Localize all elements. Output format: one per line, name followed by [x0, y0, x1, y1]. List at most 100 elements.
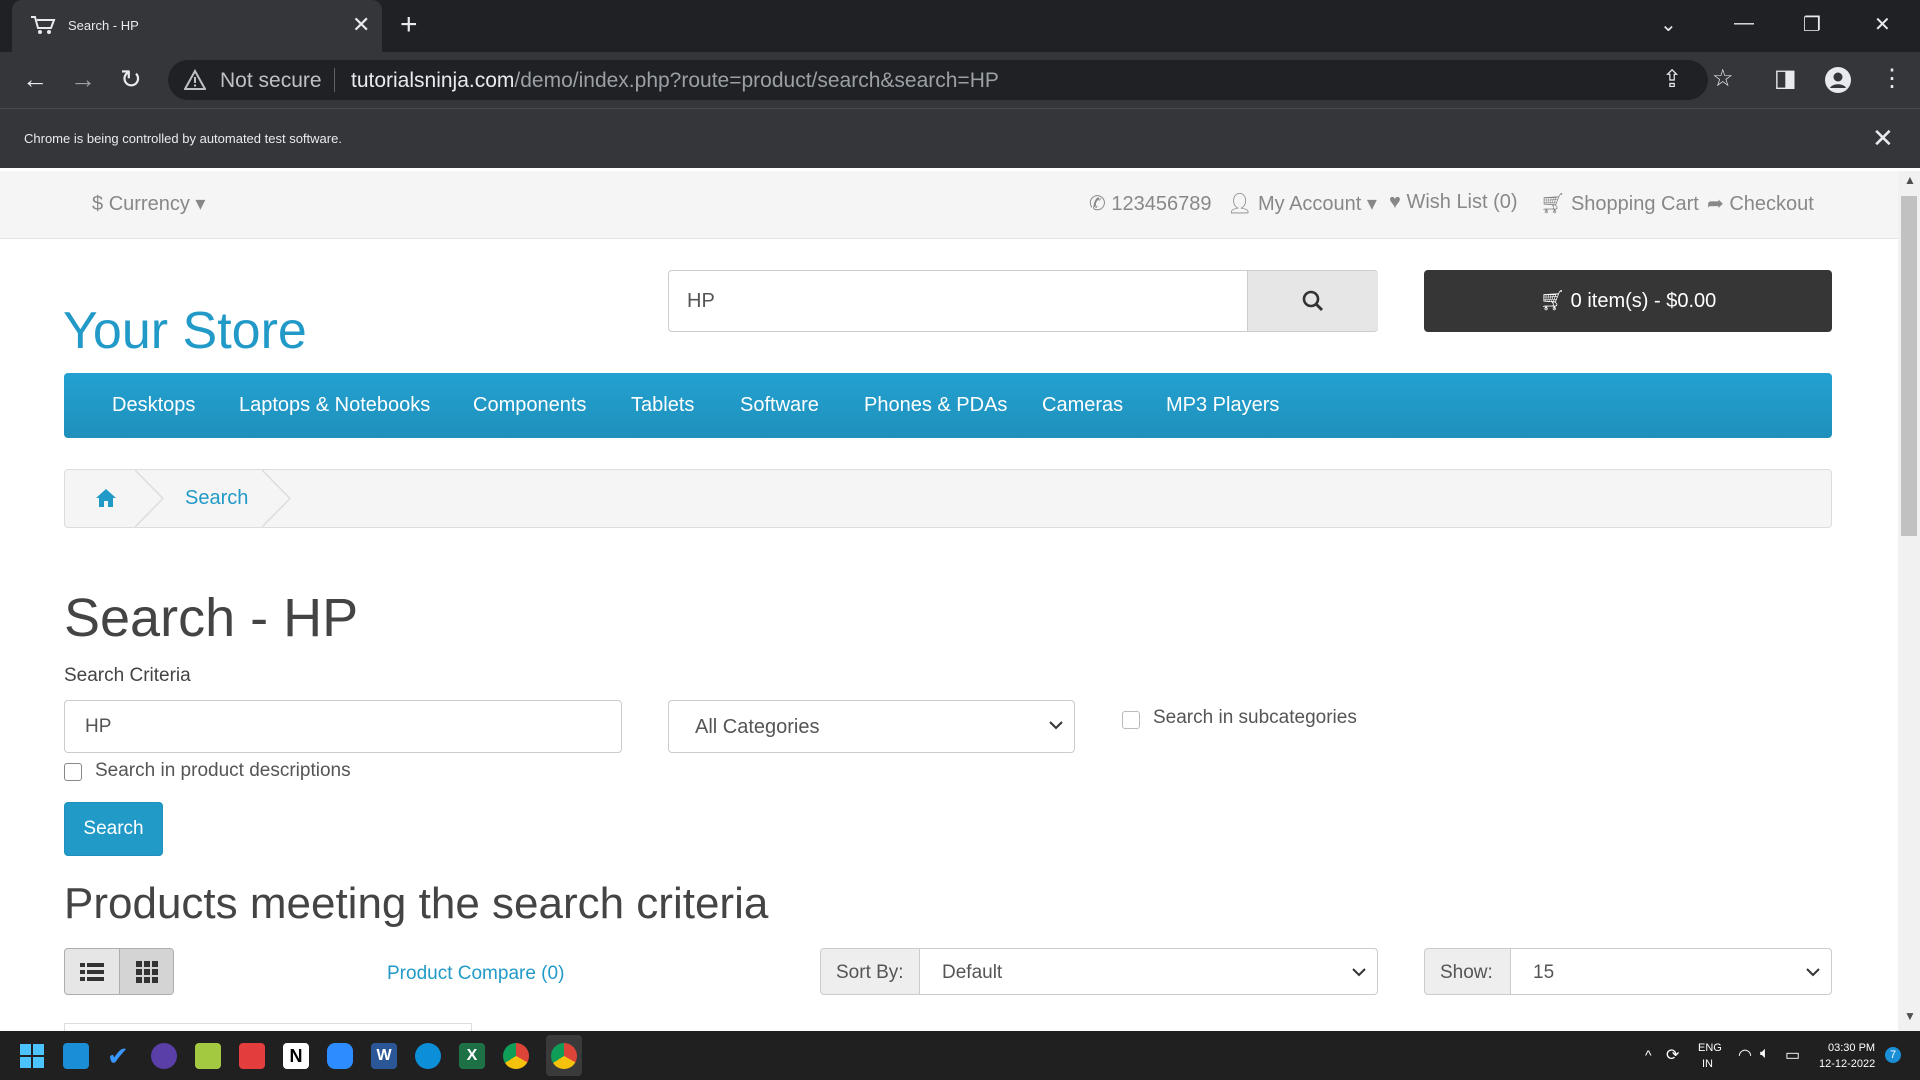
- forward-icon[interactable]: →: [70, 66, 96, 92]
- wifi-icon[interactable]: ◠: [1738, 1045, 1752, 1065]
- profile-icon[interactable]: [1824, 66, 1852, 94]
- automation-infobar: Chrome is being controlled by automated …: [0, 108, 1920, 168]
- new-tab-icon[interactable]: +: [400, 10, 418, 40]
- notion-app-icon[interactable]: N: [283, 1043, 309, 1069]
- minimize-icon[interactable]: —: [1734, 12, 1754, 35]
- subcategories-checkbox[interactable]: [1122, 711, 1140, 729]
- cart-button[interactable]: 🛒︎ 0 item(s) - $0.00: [1424, 270, 1832, 332]
- grid-icon: [136, 961, 158, 983]
- cart-button-label: 0 item(s) - $0.00: [1570, 290, 1717, 312]
- product-card-top: [64, 1023, 472, 1031]
- excel-app-icon[interactable]: X: [459, 1043, 485, 1069]
- infobar-close-icon[interactable]: ✕: [1872, 123, 1894, 154]
- home-icon[interactable]: [95, 487, 117, 509]
- window-close-icon[interactable]: ✕: [1874, 12, 1891, 37]
- photo-app-icon[interactable]: [239, 1043, 265, 1069]
- products-heading: Products meeting the search criteria: [64, 879, 769, 928]
- menu-item-mp3[interactable]: MP3 Players: [1166, 394, 1279, 417]
- page-scrollbar[interactable]: ▲ ▼: [1898, 171, 1920, 1031]
- security-label: Not secure: [220, 69, 322, 92]
- volume-icon[interactable]: 🔈︎: [1760, 1045, 1770, 1063]
- restore-icon[interactable]: ❐: [1803, 12, 1821, 37]
- browser-menu-icon[interactable]: ⋮: [1880, 66, 1904, 92]
- warning-icon: [184, 69, 206, 90]
- chrome-active-app-icon[interactable]: [551, 1043, 577, 1069]
- menu-item-laptops[interactable]: Laptops & Notebooks: [239, 394, 430, 417]
- back-icon[interactable]: ←: [22, 66, 48, 92]
- checkout-link[interactable]: ➦ Checkout: [1707, 191, 1814, 216]
- notepad-app-icon[interactable]: [195, 1043, 221, 1069]
- edge-app-icon[interactable]: [415, 1043, 441, 1069]
- eclipse-app-icon[interactable]: [151, 1043, 177, 1069]
- menu-item-desktops[interactable]: Desktops: [112, 394, 195, 417]
- wishlist-label: Wish List (0): [1406, 191, 1518, 213]
- header-search-button[interactable]: [1247, 271, 1378, 331]
- desktop-app-icon[interactable]: [63, 1043, 89, 1069]
- active-tab[interactable]: Search - HP ✕: [12, 0, 382, 52]
- word-app-icon[interactable]: W: [371, 1043, 397, 1069]
- cart-icon: 🛒︎: [1540, 193, 1566, 215]
- address-bar[interactable]: Not secure tutorialsninja.com/demo/index…: [168, 60, 1708, 100]
- subcategories-label: Search in subcategories: [1153, 707, 1357, 728]
- header-search-input[interactable]: HP: [687, 290, 715, 313]
- chevron-down-icon: [1806, 968, 1820, 977]
- share-icon[interactable]: ⇪: [1662, 67, 1682, 93]
- todo-app-icon[interactable]: ✔: [107, 1043, 133, 1069]
- region-label: IN: [1702, 1058, 1713, 1070]
- tab-close-icon[interactable]: ✕: [352, 12, 370, 38]
- user-icon: 👤︎: [1227, 193, 1253, 215]
- sync-icon[interactable]: ⟳: [1666, 1045, 1679, 1065]
- cart-favicon-icon: [31, 16, 56, 34]
- bookmark-star-icon[interactable]: ☆: [1712, 66, 1734, 92]
- clock-date: 12-12-2022: [1819, 1058, 1876, 1070]
- clock-time[interactable]: 03:30 PM: [1828, 1042, 1875, 1054]
- reload-icon[interactable]: ↻: [120, 66, 142, 92]
- search-criteria-input[interactable]: HP: [64, 700, 622, 753]
- tab-strip: Search - HP ✕ + ⌄ — ❐ ✕: [0, 0, 1920, 52]
- wishlist-link[interactable]: ♥ Wish List (0): [1389, 191, 1518, 214]
- menu-item-software[interactable]: Software: [740, 394, 819, 417]
- language-label[interactable]: ENG: [1698, 1042, 1722, 1054]
- list-icon: [80, 963, 104, 981]
- sort-by-value: Default: [942, 962, 1003, 983]
- side-panel-icon[interactable]: ◨: [1774, 66, 1797, 92]
- store-logo[interactable]: Your Store: [63, 301, 307, 361]
- my-account-dropdown[interactable]: 👤︎ My Account ▾: [1227, 191, 1377, 216]
- breadcrumb-search-link[interactable]: Search: [185, 487, 248, 510]
- shopping-cart-link[interactable]: 🛒︎ Shopping Cart: [1540, 191, 1699, 216]
- category-menu: Desktops Laptops & Notebooks Components …: [64, 373, 1832, 438]
- shopping-cart-label: Shopping Cart: [1570, 193, 1699, 215]
- grid-view-button[interactable]: [119, 949, 173, 994]
- tab-search-chevron-icon[interactable]: ⌄: [1660, 12, 1677, 37]
- scrollbar-thumb[interactable]: [1901, 196, 1917, 536]
- show-value: 15: [1533, 962, 1555, 983]
- checkout-label: Checkout: [1729, 193, 1814, 215]
- windows-start-icon[interactable]: [20, 1044, 44, 1068]
- menu-item-phones[interactable]: Phones & PDAs: [864, 394, 1007, 417]
- sort-by-select[interactable]: Default: [919, 948, 1378, 995]
- taskbar: ✔ N W X ^ ⟳ ENG IN ◠ 🔈︎ ▭ 03:30 PM 12-12…: [0, 1031, 1920, 1080]
- scroll-up-arrow-icon[interactable]: ▲: [1904, 173, 1916, 187]
- chrome-app-icon[interactable]: [503, 1043, 529, 1069]
- list-view-button[interactable]: [65, 949, 119, 994]
- search-button[interactable]: Search: [64, 802, 163, 856]
- battery-icon[interactable]: ▭: [1785, 1045, 1800, 1065]
- scroll-down-arrow-icon[interactable]: ▼: [1904, 1009, 1916, 1023]
- menu-item-cameras[interactable]: Cameras: [1042, 394, 1123, 417]
- phone-link[interactable]: ✆ 123456789: [1089, 191, 1211, 216]
- category-select[interactable]: All Categories: [668, 700, 1075, 753]
- product-compare-link[interactable]: Product Compare (0): [387, 963, 564, 985]
- tray-chevron-icon[interactable]: ^: [1645, 1047, 1652, 1063]
- breadcrumb-separator-end: [262, 470, 292, 527]
- show-select[interactable]: 15: [1510, 948, 1832, 995]
- url-path: /demo/index.php?route=product/search&sea…: [514, 69, 999, 92]
- descriptions-label: Search in product descriptions: [95, 760, 351, 781]
- currency-dropdown[interactable]: $ Currency ▾: [92, 191, 205, 216]
- omnibox-divider: [334, 68, 335, 92]
- zoom-app-icon[interactable]: [327, 1043, 353, 1069]
- notification-badge[interactable]: 7: [1885, 1047, 1901, 1063]
- menu-item-tablets[interactable]: Tablets: [631, 394, 694, 417]
- menu-item-components[interactable]: Components: [473, 394, 586, 417]
- currency-label: Currency: [108, 193, 190, 215]
- descriptions-checkbox[interactable]: [64, 763, 82, 781]
